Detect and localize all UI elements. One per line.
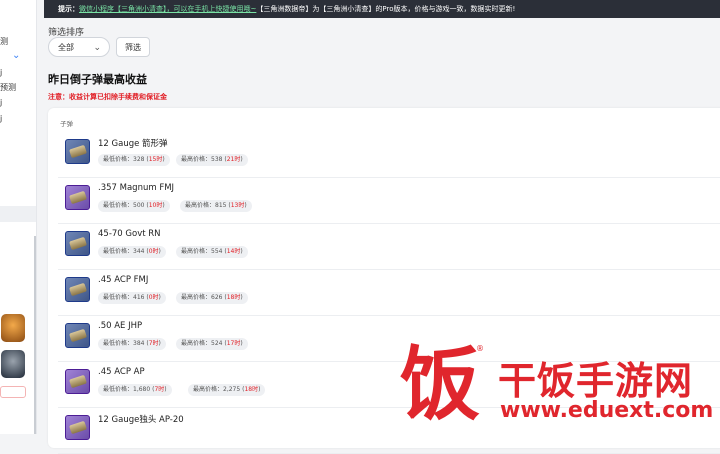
- sidebar-item-fragment[interactable]: j: [0, 114, 2, 123]
- notice-bar: 提示：微信小程序【三角洲小清查】，可以在手机上快捷使用哦~【三角洲数据帝】为【三…: [44, 0, 720, 18]
- low-price-pill: 最低价格：500 (10时): [98, 200, 170, 212]
- ammo-icon: [65, 369, 90, 394]
- low-price-pill: 最低价格：1,680 (7时): [98, 384, 172, 396]
- ammo-name: .45 ACP AP: [98, 367, 145, 377]
- ammo-name: .357 Magnum FMJ: [98, 183, 175, 193]
- sidebar-divider: [0, 206, 36, 222]
- low-price-pill: 最低价格：416 (0时): [98, 292, 166, 304]
- sidebar-item-fragment[interactable]: 测: [0, 36, 8, 47]
- page-title: 昨日倒子弹最高收益: [48, 73, 147, 86]
- column-header-ammo: 子弹: [60, 120, 73, 128]
- sort-select-value: 全部: [58, 43, 74, 52]
- table-row[interactable]: .357 Magnum FMJ 最低价格：500 (10时) 最高价格：815 …: [58, 177, 720, 224]
- high-price-pill: 最高价格：538 (21时): [176, 154, 248, 166]
- ammo-name: 45-70 Govt RN: [98, 229, 161, 239]
- table-row[interactable]: .45 ACP FMJ 最低价格：416 (0时) 最高价格：626 (18时): [58, 269, 720, 316]
- game-thumbnail[interactable]: [1, 314, 25, 342]
- ammo-name: .50 AE JHP: [98, 321, 143, 331]
- low-price-pill: 最低价格：328 (15时): [98, 154, 170, 166]
- high-price-pill: 最高价格：815 (13时): [180, 200, 252, 212]
- notice-link[interactable]: 微信小程序【三角洲小清查】，可以在手机上快捷使用哦~: [79, 5, 256, 13]
- watermark-logo: 饭: [400, 337, 480, 431]
- sort-select[interactable]: 全部 ⌄: [48, 37, 110, 57]
- ammo-name: 12 Gauge 箭形弹: [98, 139, 168, 149]
- watermark-url: www.eduext.com: [500, 398, 714, 423]
- table-row[interactable]: 45-70 Govt RN 最低价格：344 (0时) 最高价格：554 (14…: [58, 223, 720, 270]
- watermark-name: 干饭手游网: [498, 359, 694, 403]
- sidebar: 测 ⌄ j 预测 j j: [0, 0, 37, 434]
- low-price-pill: 最低价格：384 (7时): [98, 338, 166, 350]
- filter-button[interactable]: 筛选: [116, 37, 150, 57]
- chevron-down-icon[interactable]: ⌄: [12, 50, 20, 61]
- site-watermark: 饭 ® 干饭手游网 www.eduext.com: [398, 337, 713, 431]
- high-price-pill: 最高价格：2,275 (18时): [188, 384, 266, 396]
- ammo-name: 12 Gauge独头 AP-20: [98, 415, 184, 425]
- sidebar-item-fragment[interactable]: j: [0, 98, 2, 107]
- high-price-pill: 最高价格：554 (14时): [176, 246, 248, 258]
- ammo-icon: [65, 139, 90, 164]
- registered-mark: ®: [476, 344, 484, 353]
- game-thumbnail[interactable]: [1, 350, 25, 378]
- table-row[interactable]: 12 Gauge 箭形弹 最低价格：328 (15时) 最高价格：538 (21…: [58, 131, 720, 178]
- notice-message: 【三角洲数据帝】为【三角洲小清查】的Pro版本，价格与游戏一致，数据实时更新!: [256, 5, 516, 13]
- ammo-name: .45 ACP FMJ: [98, 275, 149, 285]
- sidebar-item-fragment[interactable]: j: [0, 68, 2, 77]
- ammo-icon: [65, 185, 90, 210]
- notice-tip-label: 提示：: [58, 5, 79, 13]
- sidebar-badge: [0, 386, 26, 398]
- chevron-down-icon: ⌄: [93, 43, 101, 53]
- high-price-pill: 最高价格：626 (18时): [176, 292, 248, 304]
- ammo-icon: [65, 323, 90, 348]
- scrollbar[interactable]: [34, 236, 36, 434]
- ammo-icon: [65, 231, 90, 256]
- fee-warning: 注意：收益计算已扣除手续费和保证金: [48, 93, 167, 101]
- sidebar-item-fragment[interactable]: 预测: [0, 82, 16, 93]
- ammo-icon: [65, 277, 90, 302]
- low-price-pill: 最低价格：344 (0时): [98, 246, 166, 258]
- ammo-icon: [65, 415, 90, 440]
- high-price-pill: 最高价格：524 (17时): [176, 338, 248, 350]
